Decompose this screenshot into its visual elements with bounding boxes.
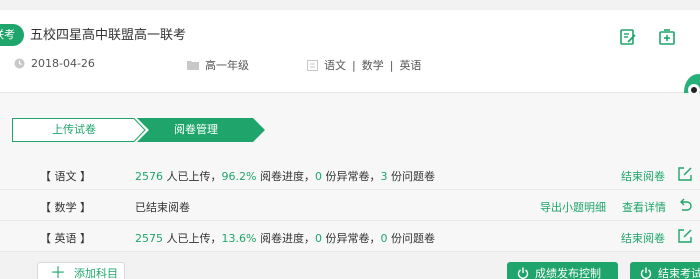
subject-name: 【 语文 】 — [40, 170, 91, 183]
power-icon — [640, 267, 652, 279]
step-bar: 上传试卷 阅卷管理 — [0, 93, 700, 159]
clock-icon — [14, 58, 25, 69]
plus-icon: ＋ — [50, 263, 67, 279]
marking-status: 2575 人已上传，13.6% 阅卷进度，0 份异常卷，0 份问题卷 — [135, 232, 435, 245]
exam-type-tag: 联考 — [0, 24, 24, 46]
exam-page: 联考 五校四星高中联盟高一联考 2018-04-26 高一年级 — [0, 0, 700, 279]
marking-status: 已结束阅卷 — [135, 201, 190, 214]
edit-icon[interactable] — [619, 28, 637, 46]
exam-card: 联考 五校四星高中联盟高一联考 2018-04-26 高一年级 — [0, 10, 700, 93]
subject-chinese: 语文 — [324, 59, 346, 72]
exam-grade: 高一年级 — [187, 57, 249, 73]
share-icon[interactable] — [678, 167, 692, 181]
view-detail-link[interactable]: 查看详情 — [622, 199, 666, 215]
publish-control-label: 成绩发布控制 — [535, 267, 601, 279]
step-review[interactable]: 阅卷管理 — [140, 118, 252, 142]
step-upload[interactable]: 上传试卷 — [12, 118, 136, 142]
abnormal-count: 0 — [314, 232, 322, 245]
abnormal-count: 0 — [314, 170, 322, 183]
folder-icon — [187, 61, 199, 70]
subject-math: 数学 — [361, 59, 384, 72]
export-detail-link[interactable]: 导出小题明细 — [540, 199, 606, 215]
subject-row-math: 【 数学 】 已结束阅卷 导出小题明细 查看详情 — [0, 190, 700, 221]
subject-name: 【 数学 】 — [40, 201, 91, 214]
publish-control-button[interactable]: 成绩发布控制 — [507, 262, 618, 279]
undo-icon[interactable] — [678, 198, 692, 212]
subject-name: 【 英语 】 — [40, 232, 91, 245]
subject-list: 【 语文 】 2576 人已上传，96.2% 阅卷进度，0 份异常卷，3 份问题… — [0, 159, 700, 252]
end-exam-button[interactable]: 结束考试 — [630, 262, 700, 279]
add-subject-label: 添加科目 — [74, 267, 118, 279]
exam-title: 五校四星高中联盟高一联考 — [30, 28, 187, 43]
exam-subjects: 语文 | 数学 | 英语 — [307, 57, 421, 73]
book-icon — [307, 59, 318, 71]
marking-status: 2576 人已上传，96.2% 阅卷进度，0 份异常卷，3 份问题卷 — [135, 170, 435, 183]
exam-date-text: 2018-04-26 — [31, 57, 95, 70]
add-icon[interactable] — [658, 28, 676, 46]
exam-date: 2018-04-26 — [14, 57, 95, 70]
uploaded-count: 2576 — [135, 170, 163, 183]
subject-english: 英语 — [399, 59, 422, 72]
end-marking-link[interactable]: 结束阅卷 — [621, 168, 665, 184]
exam-grade-text: 高一年级 — [205, 59, 249, 72]
end-marking-link[interactable]: 结束阅卷 — [621, 230, 665, 246]
subject-row-chinese: 【 语文 】 2576 人已上传，96.2% 阅卷进度，0 份异常卷，3 份问题… — [0, 159, 700, 190]
subject-row-english: 【 英语 】 2575 人已上传，13.6% 阅卷进度，0 份异常卷，0 份问题… — [0, 221, 700, 252]
add-subject-button[interactable]: ＋ 添加科目 — [37, 262, 125, 279]
end-exam-label: 结束考试 — [658, 267, 700, 279]
power-icon — [517, 267, 529, 279]
uploaded-count: 2575 — [135, 232, 163, 245]
share-icon[interactable] — [678, 229, 692, 243]
marking-progress: 96.2% — [221, 170, 257, 183]
marking-progress: 13.6% — [221, 232, 257, 245]
